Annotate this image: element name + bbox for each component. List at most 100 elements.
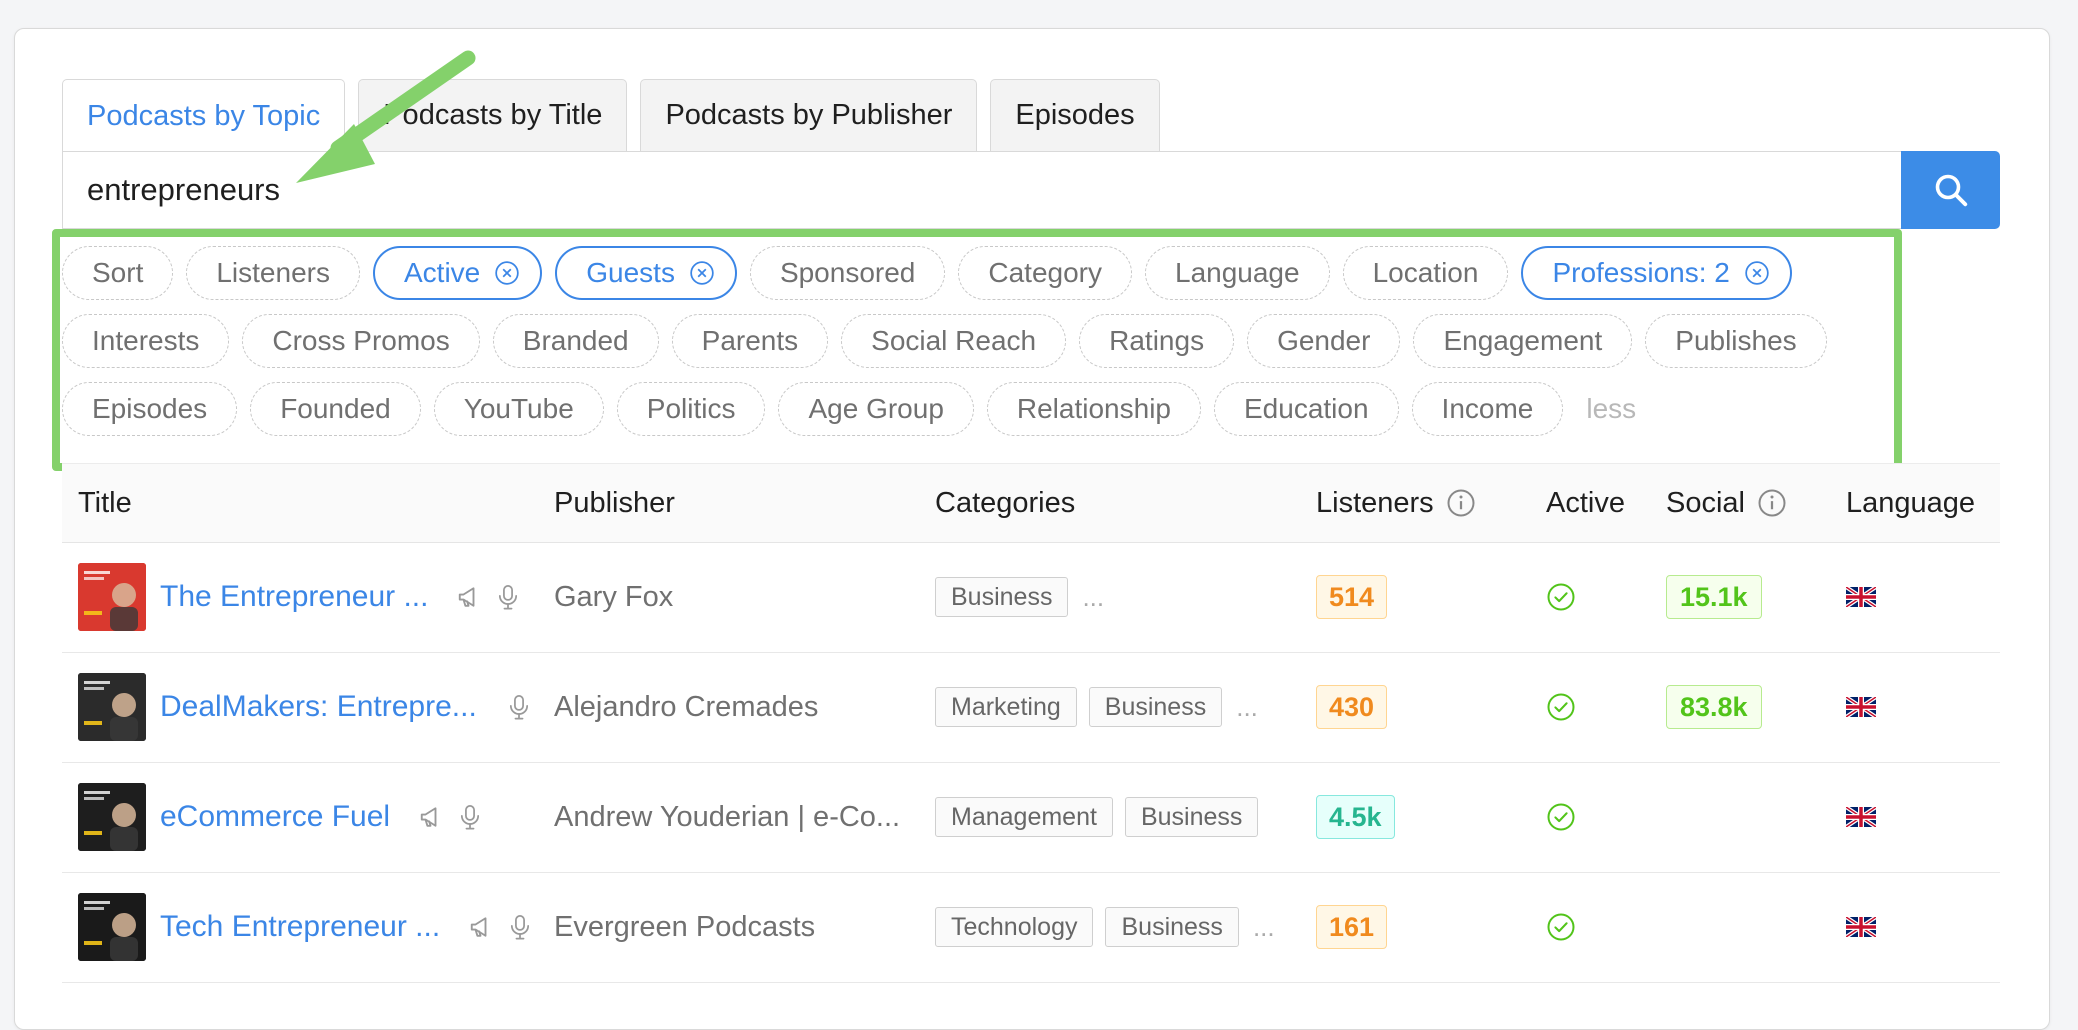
social-cell: 83.8k (1666, 652, 1762, 762)
filter-chip-interests[interactable]: Interests (62, 314, 230, 368)
filter-chip-age-group[interactable]: Age Group (778, 382, 974, 436)
filter-chip-relationship[interactable]: Relationship (986, 382, 1201, 436)
listeners-badge: 514 (1316, 575, 1388, 619)
podcast-artwork[interactable] (78, 783, 146, 851)
filter-chip-engagement[interactable]: Engagement (1413, 314, 1633, 368)
filter-chip-politics[interactable]: Politics (616, 382, 766, 436)
podcast-artwork[interactable] (78, 563, 146, 631)
publisher-name: Andrew Youderian | e-Co... (554, 800, 901, 833)
listeners-cell: 4.5k (1316, 762, 1395, 872)
active-cell (1546, 652, 1576, 762)
filter-chip-youtube[interactable]: YouTube (433, 382, 604, 436)
search-button[interactable] (1901, 151, 2000, 229)
filter-chip-branded[interactable]: Branded (492, 314, 659, 368)
tab-podcasts-by-topic[interactable]: Podcasts by Topic (62, 79, 346, 153)
filter-chip-label: YouTube (463, 393, 574, 424)
filter-chip-professions-2[interactable]: Professions: 2 (1521, 246, 1792, 300)
tab-episodes[interactable]: Episodes (990, 79, 1160, 151)
column-header-title[interactable]: Title (78, 464, 132, 542)
podcast-title-link[interactable]: DealMakers: Entrepre... (160, 690, 477, 724)
filter-chip-ratings[interactable]: Ratings (1079, 314, 1235, 368)
more-categories-ellipsis[interactable]: ... (1253, 912, 1275, 943)
filter-chip-category[interactable]: Category (958, 246, 1132, 300)
microphone-icon (494, 582, 522, 612)
category-tag[interactable]: Marketing (935, 687, 1077, 727)
filter-chip-income[interactable]: Income (1411, 382, 1564, 436)
filter-chip-sponsored[interactable]: Sponsored (749, 246, 946, 300)
podcast-title-link[interactable]: Tech Entrepreneur ... (160, 910, 440, 944)
filter-chip-social-reach[interactable]: Social Reach (841, 314, 1067, 368)
language-cell (1846, 872, 1876, 982)
category-tag[interactable]: Technology (935, 907, 1094, 947)
filter-chip-founded[interactable]: Founded (250, 382, 421, 436)
filter-chip-guests[interactable]: Guests (555, 246, 737, 300)
clear-filter-icon[interactable] (689, 260, 715, 286)
filter-chip-label: Politics (646, 393, 736, 424)
filter-chip-cross-promos[interactable]: Cross Promos (242, 314, 480, 368)
tab-podcasts-by-publisher[interactable]: Podcasts by Publisher (640, 79, 978, 151)
category-tag[interactable]: Business (1105, 907, 1239, 947)
filter-chip-active[interactable]: Active (372, 246, 543, 300)
table-row[interactable]: Tech Entrepreneur ... Evergreen Podcasts T… (62, 872, 2000, 983)
filter-chip-location[interactable]: Location (1342, 246, 1509, 300)
categories-cell: Business... (935, 542, 1104, 652)
uk-flag-icon (1846, 807, 1876, 827)
microphone-icon (456, 802, 484, 832)
language-cell (1846, 542, 1876, 652)
title-cell: eCommerce Fuel (78, 762, 484, 872)
table-row[interactable]: DealMakers: Entrepre... Alejandro Cremade… (62, 652, 2000, 763)
column-header-categories[interactable]: Categories (935, 464, 1075, 542)
show-less-link[interactable]: less (1586, 393, 1636, 425)
column-header-publisher[interactable]: Publisher (554, 464, 675, 542)
tab-podcasts-by-title[interactable]: Podcasts by Title (358, 79, 628, 151)
filter-chip-label: Ratings (1109, 325, 1205, 356)
search-input[interactable] (62, 151, 1902, 229)
filter-chip-publishes[interactable]: Publishes (1645, 314, 1827, 368)
filter-chip-label: Location (1372, 257, 1479, 288)
filter-chip-sort[interactable]: Sort (62, 246, 174, 300)
filter-chip-gender[interactable]: Gender (1247, 314, 1401, 368)
more-categories-ellipsis[interactable]: ... (1236, 692, 1258, 723)
column-header-listeners[interactable]: Listeners (1316, 464, 1476, 542)
clear-filter-icon[interactable] (494, 260, 520, 286)
search-bar (62, 151, 2000, 229)
title-cell: The Entrepreneur ... (78, 542, 522, 652)
podcast-title-link[interactable]: eCommerce Fuel (160, 800, 390, 834)
column-header-language[interactable]: Language (1846, 464, 1975, 542)
category-tag[interactable]: Business (1088, 687, 1223, 727)
megaphone-icon (456, 582, 486, 612)
header-label: Social (1666, 486, 1745, 519)
language-cell (1846, 762, 1876, 872)
category-tag[interactable]: Business (1124, 797, 1259, 837)
filter-chip-label: Guests (586, 257, 675, 288)
filter-chip-episodes[interactable]: Episodes (62, 382, 238, 436)
filter-chip-label: Gender (1277, 325, 1371, 356)
info-icon[interactable] (1757, 488, 1787, 518)
publisher-cell: Andrew Youderian | e-Co... (554, 762, 900, 872)
uk-flag-icon (1846, 697, 1876, 717)
table-row[interactable]: The Entrepreneur ... Gary Fox Business... 5… (62, 542, 2000, 653)
publisher-name: Alejandro Cremades (554, 690, 819, 723)
filter-chip-language[interactable]: Language (1145, 246, 1330, 300)
podcast-title-link[interactable]: The Entrepreneur ... (160, 580, 428, 614)
category-tag[interactable]: Management (935, 797, 1113, 837)
filter-chip-education[interactable]: Education (1214, 382, 1399, 436)
title-cell: Tech Entrepreneur ... (78, 872, 534, 982)
podcast-artwork[interactable] (78, 893, 146, 961)
category-tag[interactable]: Business (935, 577, 1069, 617)
filter-chip-label: Episodes (92, 393, 208, 424)
column-header-active[interactable]: Active (1546, 464, 1625, 542)
column-header-social[interactable]: Social (1666, 464, 1787, 542)
table-row[interactable]: eCommerce Fuel Andrew Youderian | e-Co...… (62, 762, 2000, 873)
uk-flag-icon (1846, 917, 1876, 937)
listeners-cell: 514 (1316, 542, 1388, 652)
publisher-name: Gary Fox (554, 580, 674, 613)
filter-chip-parents[interactable]: Parents (671, 314, 829, 368)
info-icon[interactable] (1446, 488, 1476, 518)
filter-chip-label: Professions: 2 (1552, 257, 1730, 288)
filter-chip-listeners[interactable]: Listeners (186, 246, 360, 300)
more-categories-ellipsis[interactable]: ... (1082, 582, 1104, 613)
header-label: Categories (935, 486, 1076, 519)
clear-filter-icon[interactable] (1744, 260, 1770, 286)
podcast-artwork[interactable] (78, 673, 146, 741)
